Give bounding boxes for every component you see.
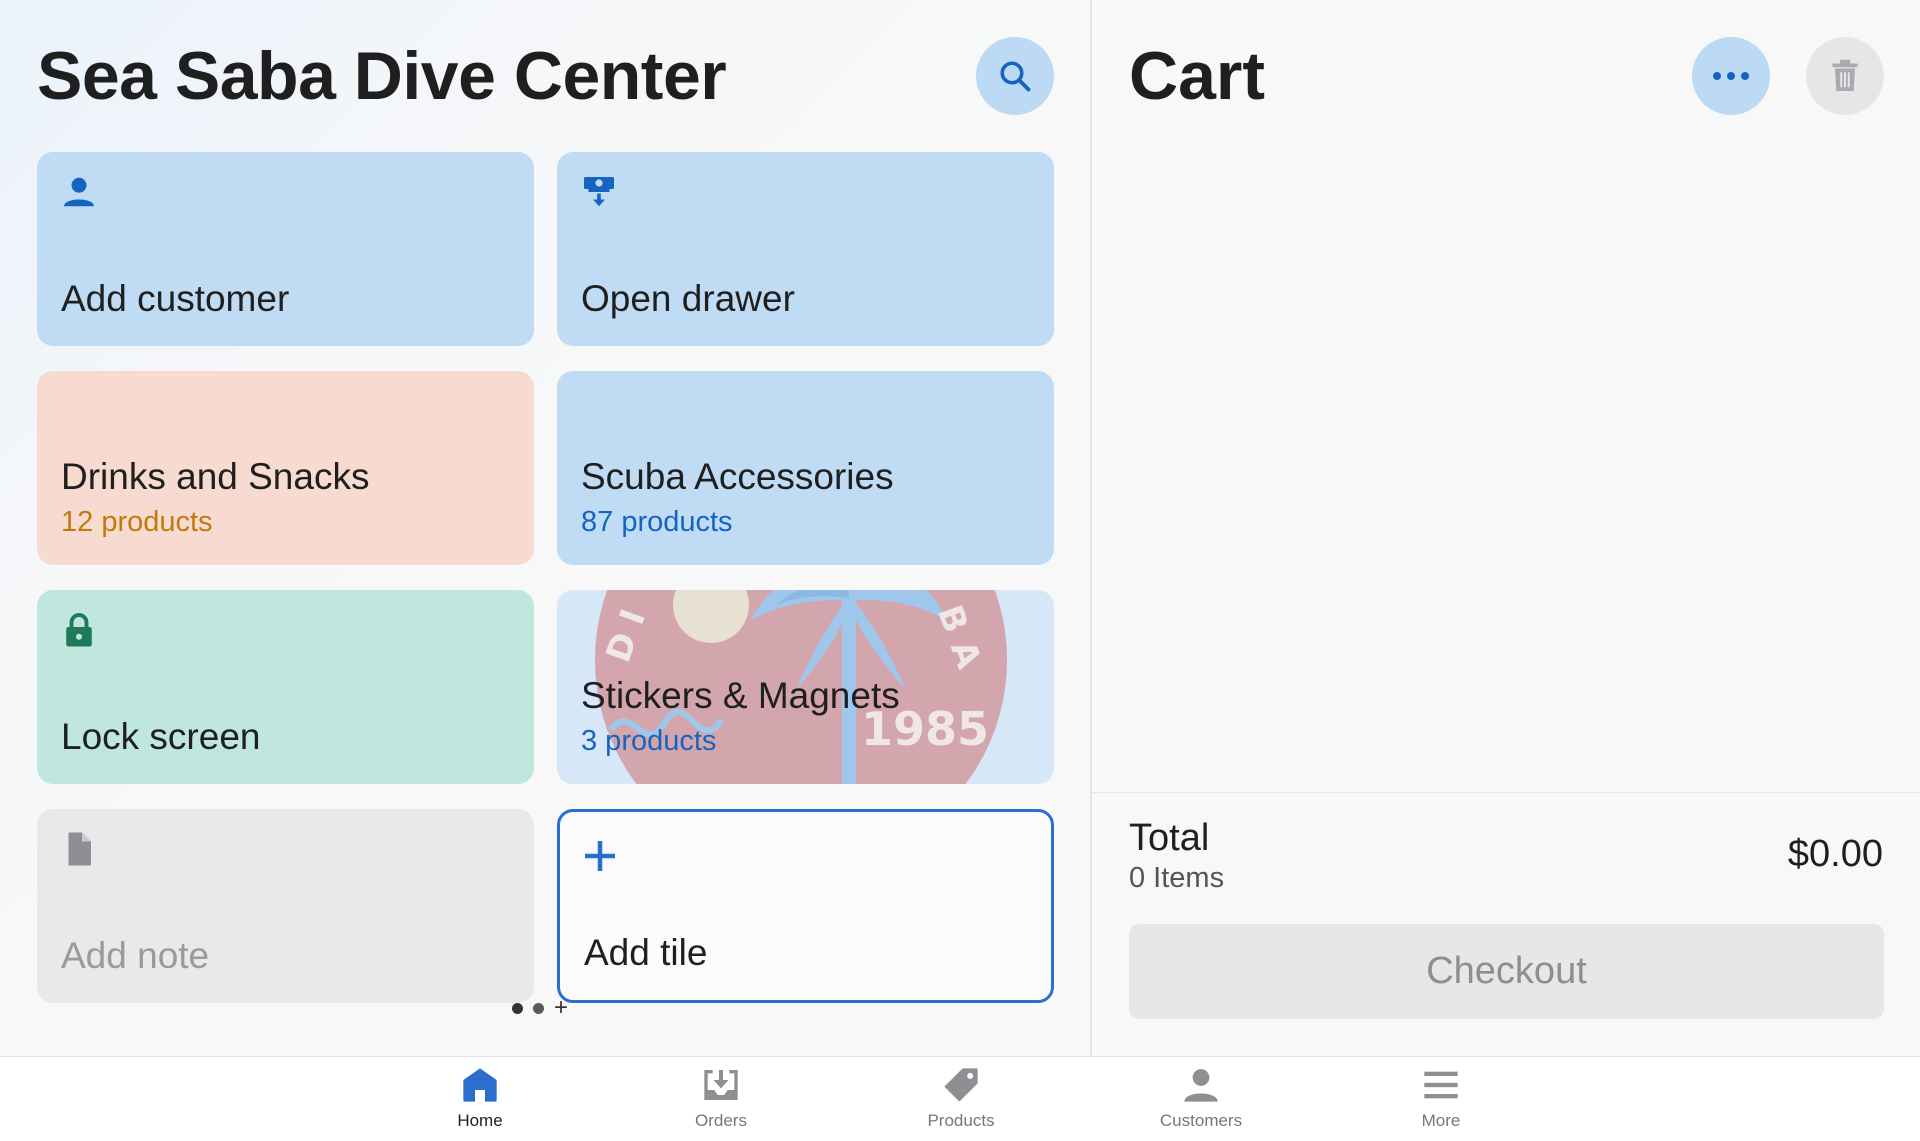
drinks-snacks-label: Drinks and Snacks — [61, 456, 370, 497]
total-label: Total — [1129, 817, 1210, 859]
search-button[interactable] — [976, 37, 1054, 115]
lock-screen-tile[interactable]: Lock screen — [37, 590, 534, 784]
nav-customers[interactable]: Customers — [1131, 1057, 1271, 1141]
bottom-navigation: Home Orders Products Customers More — [0, 1056, 1920, 1141]
tile-grid-panel: Sea Saba Dive Center Add customer Open d… — [0, 0, 1090, 1056]
nav-customers-label: Customers — [1159, 1111, 1243, 1130]
orders-inbox-icon — [704, 1070, 738, 1100]
add-page-button[interactable]: + — [554, 996, 568, 1020]
scuba-accessories-count: 87 products — [581, 506, 733, 538]
page-title: Sea Saba Dive Center — [37, 38, 727, 114]
lock-screen-label: Lock screen — [61, 716, 261, 757]
cash-drawer-icon — [584, 177, 614, 207]
stickers-magnets-label: Stickers & Magnets — [581, 675, 900, 716]
items-count: 0 Items — [1129, 862, 1225, 894]
cart-panel: Cart Total 0 Items $0.00 Checkout — [1092, 0, 1920, 1056]
lock-icon — [66, 613, 92, 647]
menu-icon — [1424, 1071, 1458, 1099]
checkout-button[interactable]: Checkout — [1129, 924, 1884, 1019]
add-customer-label: Add customer — [61, 278, 290, 319]
home-icon — [463, 1068, 497, 1102]
open-drawer-tile[interactable]: Open drawer — [557, 152, 1054, 346]
trash-icon — [1832, 59, 1858, 91]
page-indicator: + — [512, 996, 568, 1020]
nav-orders-label: Orders — [695, 1111, 747, 1130]
cart-title: Cart — [1129, 38, 1266, 114]
person-icon — [1184, 1069, 1218, 1102]
plus-icon — [585, 841, 615, 871]
drinks-snacks-count: 12 products — [61, 506, 213, 538]
document-icon — [68, 832, 91, 866]
cart-more-button[interactable] — [1692, 37, 1770, 115]
scuba-accessories-tile[interactable]: Scuba Accessories 87 products — [557, 371, 1054, 565]
clear-cart-button[interactable] — [1806, 37, 1884, 115]
scuba-accessories-label: Scuba Accessories — [581, 456, 894, 497]
drinks-snacks-tile[interactable]: Drinks and Snacks 12 products — [37, 371, 534, 565]
add-tile-button[interactable]: Add tile — [557, 809, 1054, 1003]
search-icon — [1000, 61, 1031, 92]
stickers-magnets-tile[interactable]: 1985 D I B A Stickers & Magnets 3 produc… — [557, 590, 1054, 784]
nav-products-label: Products — [927, 1111, 995, 1130]
nav-products[interactable]: Products — [891, 1057, 1031, 1141]
page-dot-1[interactable] — [512, 1002, 523, 1014]
add-customer-tile[interactable]: Add customer — [37, 152, 534, 346]
nav-more-label: More — [1421, 1111, 1461, 1130]
add-tile-label: Add tile — [584, 932, 708, 973]
person-icon — [64, 177, 94, 207]
stickers-magnets-count: 3 products — [581, 725, 717, 757]
open-drawer-label: Open drawer — [581, 278, 795, 319]
nav-orders[interactable]: Orders — [651, 1057, 791, 1141]
nav-home-label: Home — [457, 1111, 503, 1130]
total-amount: $0.00 — [1787, 833, 1883, 875]
nav-more[interactable]: More — [1371, 1057, 1511, 1141]
page-dot-2[interactable] — [533, 1002, 544, 1014]
more-horizontal-icon — [1713, 72, 1749, 80]
tag-icon — [944, 1068, 978, 1102]
nav-home[interactable]: Home — [410, 1057, 550, 1141]
add-note-tile[interactable]: Add note — [37, 809, 534, 1003]
add-note-label: Add note — [61, 935, 210, 976]
cart-separator — [1092, 792, 1920, 793]
